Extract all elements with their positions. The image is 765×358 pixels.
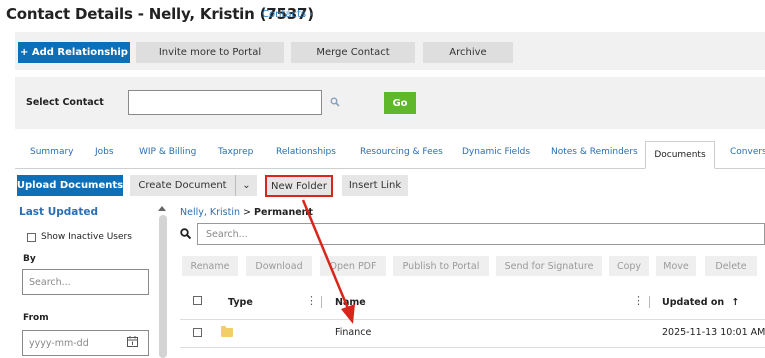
annotation-arrow bbox=[301, 199, 355, 324]
page: Contact Details - Nelly, Kristin (7537) … bbox=[0, 0, 765, 358]
